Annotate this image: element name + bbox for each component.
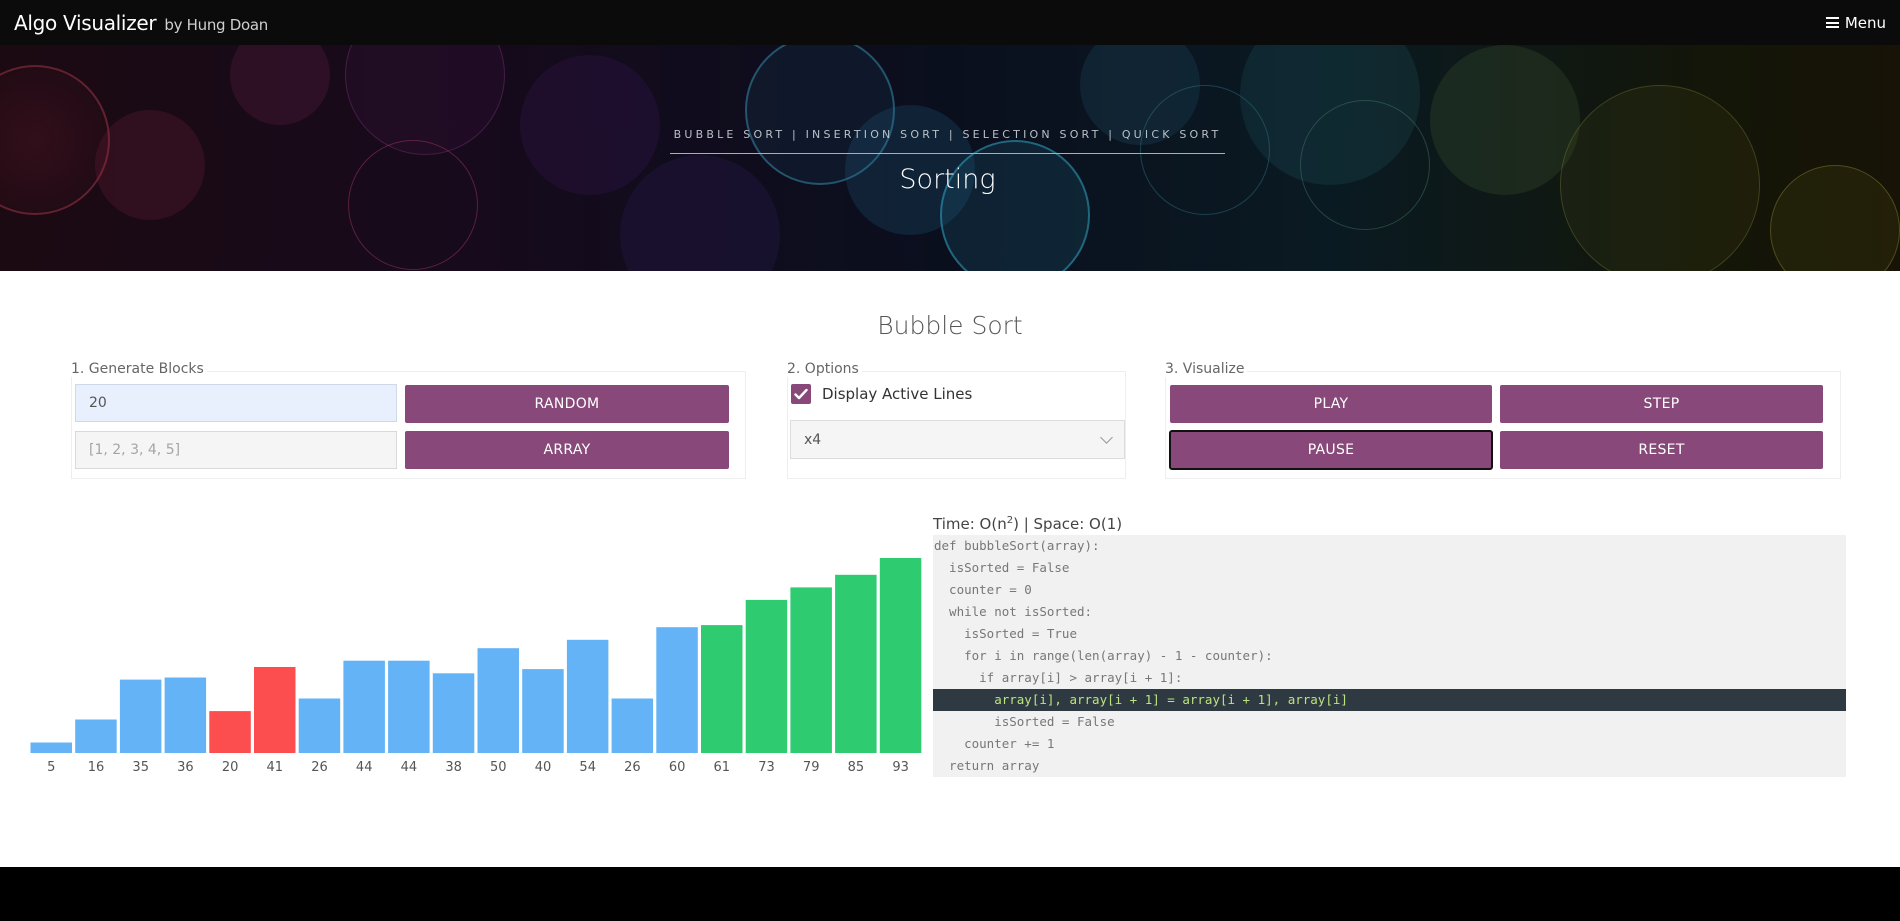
code-line: def bubbleSort(array): xyxy=(934,538,1100,553)
hero-subtitle: BUBBLE SORT | INSERTION SORT | SELECTION… xyxy=(670,128,1225,154)
chart-bar xyxy=(835,574,877,753)
chart-bar-label: 60 xyxy=(669,760,686,775)
chart-bar-label: 40 xyxy=(535,760,552,775)
code-line: isSorted = False xyxy=(934,714,1115,729)
chart-bar xyxy=(75,719,117,753)
speed-select[interactable]: x4 xyxy=(790,420,1125,459)
bokeh-decoration xyxy=(1430,45,1580,195)
chart-bar-label: 93 xyxy=(892,760,909,775)
chart-bar xyxy=(119,679,162,753)
bokeh-decoration xyxy=(230,45,330,125)
bokeh-decoration xyxy=(348,140,478,270)
hero-banner: BUBBLE SORT | INSERTION SORT | SELECTION… xyxy=(0,45,1900,271)
display-active-lines-checkbox[interactable] xyxy=(791,384,811,404)
bokeh-decoration xyxy=(1300,100,1430,230)
chart-bar-label: 44 xyxy=(356,760,373,775)
pause-button[interactable]: PAUSE xyxy=(1169,430,1493,470)
chart-bar-label: 61 xyxy=(714,760,731,775)
footer xyxy=(0,867,1900,921)
code-line: isSorted = True xyxy=(934,626,1077,641)
code-line: while not isSorted: xyxy=(934,604,1093,619)
space-complexity-text: ) | Space: O(1) xyxy=(1013,515,1123,533)
chart-bar xyxy=(477,648,519,753)
visualize-label: 3. Visualize xyxy=(1165,361,1248,377)
chart-bar xyxy=(790,587,832,753)
array-input[interactable]: [1, 2, 3, 4, 5] xyxy=(75,431,397,469)
bokeh-decoration xyxy=(1770,165,1900,271)
bokeh-decoration xyxy=(520,55,660,195)
brand-name[interactable]: Algo Visualizer xyxy=(14,11,157,35)
code-line: if array[i] > array[i + 1]: xyxy=(934,670,1183,685)
chart-bar xyxy=(209,711,251,753)
chart-bar-label: 20 xyxy=(222,760,239,775)
chart-bar xyxy=(432,673,475,753)
chart-bar xyxy=(30,742,72,753)
brand-author: by Hung Doan xyxy=(164,15,268,34)
speed-select-value: x4 xyxy=(804,431,822,448)
chart-bar-label: 38 xyxy=(445,760,462,775)
chart-bar xyxy=(656,627,698,753)
chart-bar-label: 26 xyxy=(311,760,328,775)
chart-bar xyxy=(298,698,341,753)
checkmark-icon xyxy=(794,388,808,400)
code-line: isSorted = False xyxy=(934,560,1070,575)
page-title: Bubble Sort xyxy=(877,311,1023,340)
menu-button[interactable]: Menu xyxy=(1825,13,1886,32)
complexity-label: Time: O(n2) | Space: O(1) xyxy=(933,515,1122,533)
chart-bar-label: 54 xyxy=(579,760,596,775)
code-line: return array xyxy=(934,758,1040,773)
chart-bar xyxy=(164,677,207,753)
top-navbar: Algo Visualizer by Hung Doan Menu xyxy=(0,0,1900,45)
chart-bar xyxy=(566,639,609,753)
chart-bar-label: 41 xyxy=(267,760,284,775)
reset-button[interactable]: RESET xyxy=(1500,431,1823,469)
hamburger-icon xyxy=(1825,17,1839,28)
chart-bar xyxy=(522,669,564,753)
chart-bar-label: 85 xyxy=(848,760,865,775)
chevron-down-icon xyxy=(1100,430,1113,444)
code-block: def bubbleSort(array): isSorted = False … xyxy=(933,535,1846,777)
step-button[interactable]: STEP xyxy=(1500,385,1823,423)
hero-title: Sorting xyxy=(899,164,996,195)
chart-bar-label: 50 xyxy=(490,760,507,775)
chart-bar-label: 79 xyxy=(803,760,820,775)
generate-blocks-label: 1. Generate Blocks xyxy=(71,361,207,377)
chart-bar-label: 16 xyxy=(88,760,105,775)
chart-bar-label: 73 xyxy=(758,760,775,775)
bokeh-decoration xyxy=(1560,85,1760,271)
code-line: counter = 0 xyxy=(934,582,1032,597)
chart-bar xyxy=(701,625,743,753)
array-button[interactable]: ARRAY xyxy=(405,431,729,469)
random-button[interactable]: RANDOM xyxy=(405,385,729,423)
chart-bar xyxy=(745,599,788,753)
chart-bar-label: 5 xyxy=(47,760,55,775)
bokeh-decoration xyxy=(95,110,205,220)
chart-bar xyxy=(611,698,654,753)
display-active-lines-label[interactable]: Display Active Lines xyxy=(822,384,972,404)
chart-bar-label: 36 xyxy=(177,760,194,775)
hero-content: BUBBLE SORT | INSERTION SORT | SELECTION… xyxy=(670,128,1225,195)
time-complexity-text: Time: O(n xyxy=(933,515,1007,533)
sorting-bar-chart: 5 16 35 36 20 41 26 44 44 38 50 40 54 26 60 61 73 79 85 93 xyxy=(30,558,922,775)
play-button[interactable]: PLAY xyxy=(1170,385,1492,423)
chart-bar-label: 44 xyxy=(401,760,418,775)
bokeh-decoration xyxy=(345,45,505,155)
chart-bar-label: 26 xyxy=(624,760,641,775)
chart-bar xyxy=(879,558,922,753)
chart-bar xyxy=(343,660,385,753)
chart-bar xyxy=(388,660,430,753)
code-line-active: array[i], array[i + 1] = array[i + 1], a… xyxy=(933,689,1846,711)
options-label: 2. Options xyxy=(787,361,862,377)
code-line: for i in range(len(array) - 1 - counter)… xyxy=(934,648,1273,663)
brand-logo[interactable]: Algo Visualizer by Hung Doan xyxy=(14,11,268,35)
menu-label: Menu xyxy=(1844,13,1886,32)
chart-bar xyxy=(254,667,296,753)
bokeh-decoration xyxy=(0,65,110,215)
block-count-input[interactable]: 20 xyxy=(75,384,397,422)
code-line: counter += 1 xyxy=(934,736,1055,751)
chart-bar-label: 35 xyxy=(132,760,149,775)
